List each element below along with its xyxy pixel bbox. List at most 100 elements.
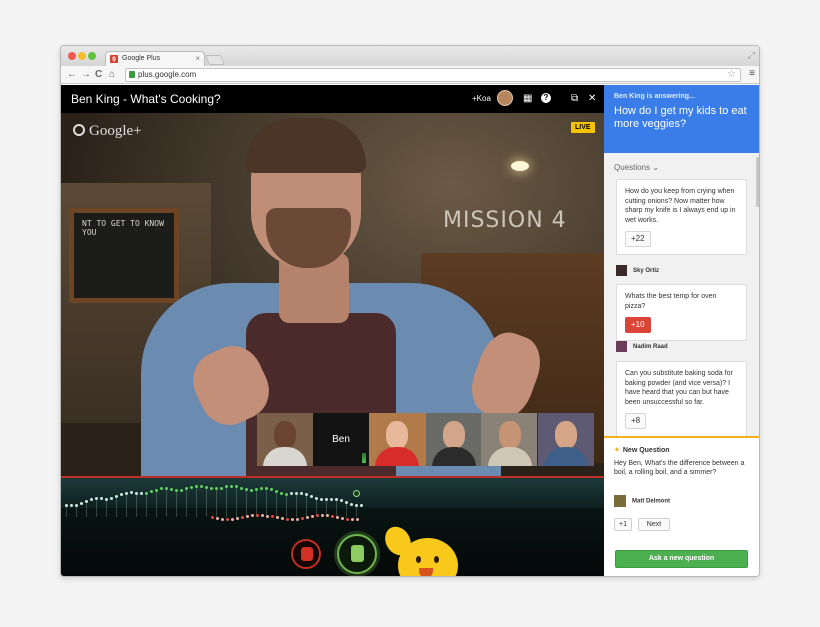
chevron-down-icon: ⌄: [652, 163, 659, 172]
sentiment-line: [346, 504, 347, 517]
sentiment-dot: [316, 514, 319, 518]
sentiment-line: [226, 488, 227, 517]
avatar: [616, 265, 627, 276]
participant-strip: Ben: [257, 413, 594, 466]
home-icon[interactable]: ⌂: [109, 68, 115, 82]
question-author: Nadim Raad: [616, 341, 668, 352]
cheering-mascot-icon: [380, 522, 466, 576]
sentiment-dot: [326, 514, 329, 518]
participant-thumb[interactable]: [369, 413, 426, 466]
question-text: How do you keep from crying when cutting…: [625, 188, 736, 224]
sentiment-line: [276, 492, 277, 517]
live-badge: LIVE: [571, 122, 595, 133]
mission-sign: MISSION 4: [443, 208, 567, 233]
apps-grid-icon[interactable]: ▦: [523, 93, 532, 105]
question-author: Sky Ortiz: [616, 265, 659, 276]
sentiment-dot: [190, 485, 193, 489]
close-icon[interactable]: ✕: [588, 93, 596, 105]
sentiment-line: [306, 495, 307, 517]
plus-koa-link[interactable]: +Koa: [472, 94, 491, 103]
next-button[interactable]: Next: [638, 518, 670, 531]
ask-new-question-button[interactable]: Ask a new question: [615, 550, 748, 568]
sentiment-dot: [341, 516, 344, 520]
new-tab-button[interactable]: [205, 55, 225, 65]
sentiment-dot: [286, 517, 289, 521]
current-position-marker: [353, 490, 360, 497]
video-header: Ben King - What's Cooking? +Koa ▦ ? ⧉ ✕: [61, 85, 604, 113]
sentiment-dot: [346, 517, 349, 521]
sentiment-dot: [331, 514, 334, 518]
question-card[interactable]: How do you keep from crying when cutting…: [616, 179, 747, 255]
question-vote-button[interactable]: +10: [625, 317, 651, 333]
minimize-window-button[interactable]: [78, 52, 86, 60]
sentiment-line: [216, 490, 217, 517]
sentiment-dot: [311, 514, 314, 518]
participant-thumb-ben[interactable]: Ben: [313, 413, 369, 466]
question-vote-button[interactable]: +22: [625, 231, 651, 247]
sentiment-dot: [330, 497, 333, 501]
sentiment-line: [176, 491, 177, 517]
sentiment-dot: [226, 517, 229, 521]
sentiment-line: [166, 490, 167, 517]
address-bar[interactable]: plus.google.com ☆: [125, 68, 741, 82]
thumbs-down-button[interactable]: [291, 539, 321, 569]
ceiling-light: [511, 161, 529, 171]
tab-close-icon[interactable]: ×: [195, 52, 200, 66]
sentiment-line: [236, 488, 237, 517]
question-card[interactable]: Whats the best temp for oven pizza? +10: [616, 284, 747, 341]
google-plus-favicon-icon: g: [110, 55, 118, 63]
sentiment-line: [186, 490, 187, 517]
hangout-title: Ben King - What's Cooking?: [71, 92, 221, 106]
questions-dropdown[interactable]: Questions ⌄: [614, 163, 659, 172]
sentiment-dot: [240, 486, 243, 490]
participant-thumb[interactable]: [257, 413, 313, 466]
answering-label: Ben King is answering...: [614, 93, 695, 100]
sentiment-line: [336, 500, 337, 517]
hangout-app: Ben King - What's Cooking? +Koa ▦ ? ⧉ ✕ …: [61, 85, 759, 576]
close-window-button[interactable]: [68, 52, 76, 60]
forward-icon[interactable]: →: [81, 68, 91, 82]
sentiment-dot: [250, 488, 253, 492]
participant-thumb[interactable]: [481, 413, 538, 466]
sentiment-dot: [356, 517, 359, 521]
browser-tab[interactable]: g Google Plus ×: [105, 51, 205, 66]
google-plus-logo: Google+: [73, 123, 142, 140]
sentiment-line: [126, 494, 127, 517]
fullscreen-icon[interactable]: ⤢: [748, 50, 755, 61]
participant-thumb[interactable]: [537, 413, 594, 466]
sentiment-dot: [236, 517, 239, 521]
sentiment-dot: [276, 516, 279, 520]
sentiment-line: [246, 491, 247, 517]
zoom-window-button[interactable]: [88, 52, 96, 60]
popout-icon[interactable]: ⧉: [571, 93, 578, 105]
sentiment-dot: [301, 516, 304, 520]
question-text: Whats the best temp for oven pizza?: [625, 293, 717, 310]
reload-icon[interactable]: C: [95, 68, 102, 82]
thumbs-up-button[interactable]: [337, 534, 377, 574]
url-text: plus.google.com: [138, 70, 197, 79]
chalkboard-text: NT TO GET TO KNOW YOU: [82, 219, 164, 237]
sparkle-icon: ✦: [614, 447, 620, 454]
question-list: How do you keep from crying when cutting…: [604, 179, 759, 436]
audience-sentiment-graph: [61, 476, 604, 576]
question-card[interactable]: Can you substitute baking soda for bakin…: [616, 361, 747, 436]
question-text: Can you substitute baking soda for bakin…: [625, 370, 733, 406]
back-icon[interactable]: ←: [67, 68, 77, 82]
bookmark-star-icon[interactable]: ☆: [727, 69, 736, 81]
sentiment-dot: [211, 516, 214, 519]
participant-thumb[interactable]: [425, 413, 482, 466]
sentiment-line: [196, 487, 197, 517]
sentiment-dot: [280, 491, 283, 495]
now-answering-panel: Ben King is answering... How do I get my…: [604, 85, 759, 153]
browser-menu-icon[interactable]: ≡: [749, 68, 755, 79]
user-avatar[interactable]: [497, 90, 513, 106]
thumbs-down-icon: [301, 547, 313, 561]
new-question-author: Matt Delmont: [614, 495, 670, 507]
new-question-panel: ✦ New Question Hey Ben, What's the differ…: [604, 436, 759, 576]
sentiment-line: [146, 494, 147, 517]
sentiment-line: [136, 494, 137, 517]
qa-sidebar: Ben King is answering... How do I get my…: [604, 85, 759, 576]
question-vote-button[interactable]: +8: [625, 413, 647, 429]
help-icon[interactable]: ?: [541, 93, 551, 103]
plus-one-button[interactable]: +1: [614, 518, 632, 531]
